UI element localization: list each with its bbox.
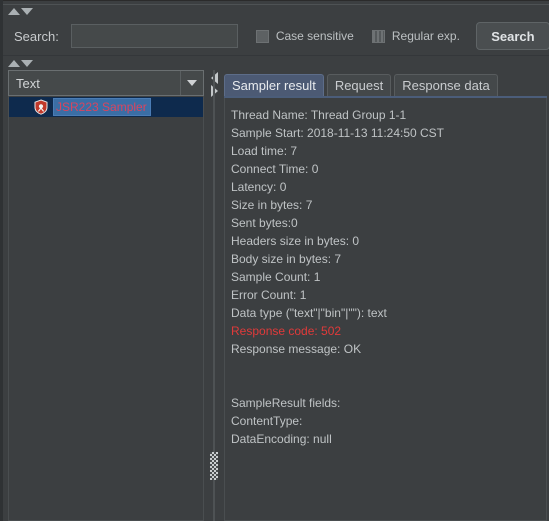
search-input[interactable] (70, 24, 238, 48)
result-line: SampleResult fields: (231, 396, 341, 410)
sampler-result-content[interactable]: Thread Name: Thread Group 1-1 Sample Sta… (224, 98, 547, 521)
top-collapse-arrows[interactable] (0, 5, 549, 17)
result-line: Sample Count: 1 (231, 270, 321, 284)
view-selector-combobox[interactable]: Text (8, 70, 204, 96)
regular-exp-box-icon[interactable] (371, 29, 385, 43)
chevron-down-icon[interactable] (180, 71, 203, 95)
tab-request[interactable]: Request (326, 74, 392, 96)
window-left-edge (0, 0, 3, 521)
result-line: Body size in bytes: 7 (231, 252, 342, 266)
result-line: Connect Time: 0 (231, 162, 319, 176)
results-tree[interactable]: JSR223 Sampler (8, 96, 204, 521)
collapse-up-icon-2[interactable] (8, 59, 20, 67)
search-button[interactable]: Search (475, 22, 549, 50)
tab-sampler-result[interactable]: Sampler result (224, 74, 324, 96)
case-sensitive-checkbox[interactable]: Case sensitive (255, 29, 354, 43)
main-split-pane: Text JSR223 Sampler Sampler result Reque… (0, 70, 549, 521)
result-line: Headers size in bytes: 0 (231, 234, 360, 248)
result-line: Latency: 0 (231, 180, 287, 194)
tree-item-label: JSR223 Sampler (53, 98, 151, 116)
result-line: Error Count: 1 (231, 288, 307, 302)
result-line-response-code: Response code: 502 (231, 324, 342, 338)
tab-response-data[interactable]: Response data (394, 74, 498, 96)
result-line: Data type ("text"|"bin"|""): text (231, 306, 387, 320)
result-tabs: Sampler result Request Response data (224, 70, 547, 96)
search-label: Search: (14, 28, 59, 44)
result-line: Response message: OK (231, 342, 362, 356)
result-line: Size in bytes: 7 (231, 198, 313, 212)
result-spacer (231, 358, 540, 376)
result-line: Sample Start: 2018-11-13 11:24:50 CST (231, 126, 445, 140)
splitter-grip-handle[interactable] (210, 452, 218, 480)
jmeter-view-results-tree: Search: Case sensitive Regular exp. Sear… (0, 0, 549, 521)
regular-exp-checkbox[interactable]: Regular exp. (371, 29, 460, 43)
result-line: Thread Name: Thread Group 1-1 (231, 108, 407, 122)
right-panel: Sampler result Request Response data Thr… (224, 70, 549, 521)
vertical-splitter[interactable] (204, 70, 224, 521)
lower-collapse-arrows[interactable] (0, 55, 549, 70)
view-selector-value: Text (16, 75, 40, 91)
collapse-up-icon[interactable] (8, 7, 20, 15)
collapse-down-icon[interactable] (21, 7, 33, 15)
result-spacer (231, 376, 540, 394)
regular-exp-label: Regular exp. (391, 29, 460, 43)
jsr223-sampler-icon (33, 99, 49, 115)
search-toolbar: Search: Case sensitive Regular exp. Sear… (0, 17, 549, 55)
result-line: ContentType: (231, 414, 303, 428)
tree-item-jsr223-sampler[interactable]: JSR223 Sampler (9, 97, 203, 117)
result-line: DataEncoding: null (231, 432, 332, 446)
left-panel: Text JSR223 Sampler (8, 70, 204, 521)
collapse-down-icon-2[interactable] (21, 59, 33, 67)
result-line: Sent bytes:0 (231, 216, 298, 230)
case-sensitive-label: Case sensitive (275, 29, 354, 43)
result-line: Load time: 7 (231, 144, 298, 158)
case-sensitive-box-icon[interactable] (255, 29, 269, 43)
